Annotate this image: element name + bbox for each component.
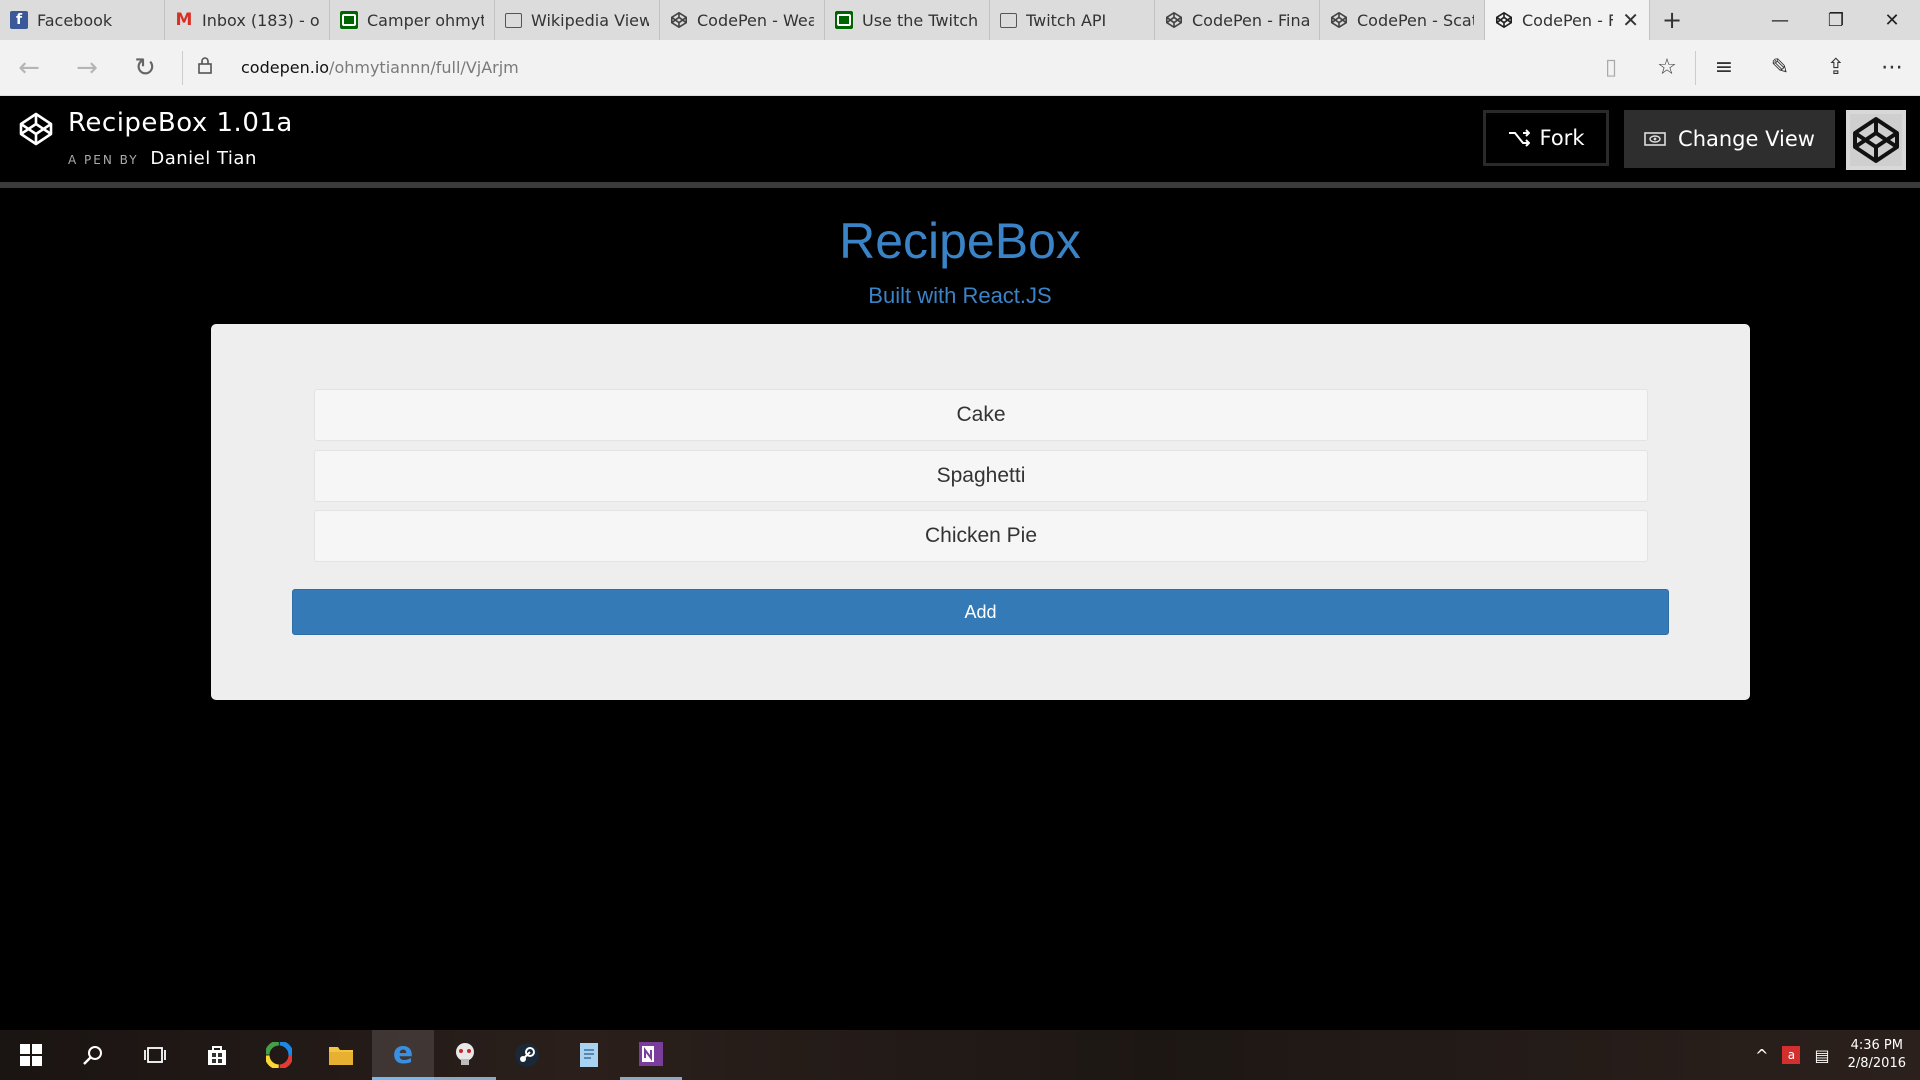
tab-label: CodePen - F	[1522, 10, 1614, 30]
page-icon	[1000, 12, 1017, 28]
eye-icon	[1644, 132, 1666, 146]
tab-label: Facebook	[37, 10, 113, 30]
url-host: codepen.io	[241, 58, 330, 77]
system-tray: ^ a ▤ 4:36 PM 2/8/2016	[1755, 1037, 1920, 1073]
tab-label: CodePen - Scatt	[1357, 10, 1474, 30]
hub-icon[interactable]: ≡	[1696, 55, 1752, 80]
tab-twitch-api[interactable]: Twitch API	[990, 0, 1155, 40]
taskbar-clock[interactable]: 4:36 PM 2/8/2016	[1848, 1037, 1906, 1073]
pen-byline: A PEN BY Daniel Tian	[68, 148, 257, 169]
tab-label: Use the Twitch.t	[862, 10, 979, 30]
pen-title: RecipeBox 1.01a	[68, 108, 293, 138]
tab-facebook[interactable]: f Facebook	[0, 0, 165, 40]
tab-wikipedia-viewer[interactable]: Wikipedia Viewe	[495, 0, 660, 40]
pen-by-label: A PEN BY	[68, 153, 139, 167]
forward-arrow-icon[interactable]: →	[58, 53, 116, 83]
lock-icon	[197, 55, 221, 80]
recipe-panel: Cake Spaghetti Chicken Pie Add	[211, 324, 1750, 700]
reading-view-icon[interactable]: ▯	[1583, 55, 1639, 80]
action-center-icon[interactable]: ▤	[1814, 1046, 1829, 1065]
page-icon	[505, 12, 522, 28]
color-app-icon[interactable]	[248, 1030, 310, 1080]
windows-taskbar: e ^ a ▤ 4:36 PM 2/8/2016	[0, 1030, 1920, 1080]
tab-codepen-scatter[interactable]: CodePen - Scatt	[1320, 0, 1485, 40]
tab-codepen-recipebox[interactable]: CodePen - F ✕	[1485, 0, 1650, 40]
window-controls: — ❐ ✕	[1752, 0, 1920, 40]
share-icon[interactable]: ⇪	[1808, 55, 1864, 80]
back-arrow-icon[interactable]: ←	[0, 53, 58, 83]
freecodecamp-icon	[835, 11, 853, 29]
codepen-avatar-icon	[1850, 114, 1902, 166]
tab-camper[interactable]: Camper ohmyti	[330, 0, 495, 40]
web-note-icon[interactable]: ✎	[1752, 55, 1808, 80]
store-icon[interactable]	[186, 1030, 248, 1080]
codepen-icon	[1330, 11, 1348, 29]
edge-icon[interactable]: e	[372, 1030, 434, 1080]
edge-glyph: e	[392, 1036, 414, 1071]
browser-tab-strip: f Facebook M Inbox (183) - oh Camper ohm…	[0, 0, 1920, 40]
tab-label: CodePen - Wea	[697, 10, 814, 30]
task-view-icon[interactable]	[124, 1030, 186, 1080]
app-subtitle: Built with React.JS	[868, 283, 1052, 308]
tab-label: Wikipedia Viewe	[531, 10, 649, 30]
file-explorer-icon[interactable]	[310, 1030, 372, 1080]
minimize-icon[interactable]: —	[1752, 0, 1808, 40]
fork-icon	[1508, 129, 1530, 147]
tab-codepen-weather[interactable]: CodePen - Wea	[660, 0, 825, 40]
codepen-logo-icon[interactable]	[18, 111, 54, 147]
tab-twitch-fcc[interactable]: Use the Twitch.t	[825, 0, 990, 40]
codepen-header: RecipeBox 1.01a A PEN BY Daniel Tian For…	[0, 96, 1920, 188]
gmail-icon: M	[175, 10, 193, 30]
tab-label: CodePen - Final	[1192, 10, 1309, 30]
tab-gmail[interactable]: M Inbox (183) - oh	[165, 0, 330, 40]
more-icon[interactable]: ⋯	[1864, 55, 1920, 80]
pen-author[interactable]: Daniel Tian	[150, 148, 256, 169]
document-icon[interactable]	[558, 1030, 620, 1080]
address-bar: ← → ↻ codepen.io/ohmytiannn/full/VjArjm …	[0, 40, 1920, 96]
tab-label: Inbox (183) - oh	[202, 10, 319, 30]
user-avatar[interactable]	[1846, 110, 1906, 170]
onenote-icon[interactable]	[620, 1030, 682, 1080]
favorite-star-icon[interactable]: ☆	[1639, 55, 1695, 80]
clock-time: 4:36 PM	[1850, 1038, 1903, 1053]
change-view-button[interactable]: Change View	[1624, 110, 1835, 168]
clock-date: 2/8/2016	[1847, 1056, 1906, 1071]
search-icon[interactable]	[62, 1030, 124, 1080]
fork-label: Fork	[1539, 126, 1585, 150]
close-window-icon[interactable]: ✕	[1864, 0, 1920, 40]
codepen-icon	[1495, 11, 1513, 29]
tab-codepen-final[interactable]: CodePen - Final	[1155, 0, 1320, 40]
recipe-item[interactable]: Chicken Pie	[314, 510, 1648, 562]
antivirus-icon[interactable]: a	[1782, 1046, 1801, 1064]
toolbar-actions: ▯ ☆ ≡ ✎ ⇪ ⋯	[1583, 50, 1920, 85]
steam-icon[interactable]	[496, 1030, 558, 1080]
game-icon[interactable]	[434, 1030, 496, 1080]
new-tab-button[interactable]: +	[1650, 0, 1694, 40]
url-field[interactable]: codepen.io/ohmytiannn/full/VjArjm	[241, 58, 519, 77]
url-path: /ohmytiannn/full/VjArjm	[329, 58, 519, 77]
fork-button[interactable]: Fork	[1483, 110, 1609, 166]
tab-label: Twitch API	[1026, 10, 1107, 30]
tab-label: Camper ohmyti	[367, 10, 484, 30]
show-hidden-icons-icon[interactable]: ^	[1755, 1046, 1768, 1065]
close-tab-icon[interactable]: ✕	[1622, 8, 1639, 32]
facebook-icon: f	[10, 11, 28, 29]
address-divider	[182, 50, 183, 85]
recipe-item[interactable]: Spaghetti	[314, 450, 1648, 502]
recipe-item[interactable]: Cake	[314, 389, 1648, 441]
start-icon[interactable]	[0, 1030, 62, 1080]
freecodecamp-icon	[340, 11, 358, 29]
codepen-icon	[670, 11, 688, 29]
restore-icon[interactable]: ❐	[1808, 0, 1864, 40]
change-view-label: Change View	[1678, 127, 1815, 151]
app-title: RecipeBox	[839, 213, 1081, 269]
codepen-icon	[1165, 11, 1183, 29]
add-recipe-button[interactable]: Add	[292, 589, 1669, 635]
refresh-icon[interactable]: ↻	[116, 53, 174, 83]
